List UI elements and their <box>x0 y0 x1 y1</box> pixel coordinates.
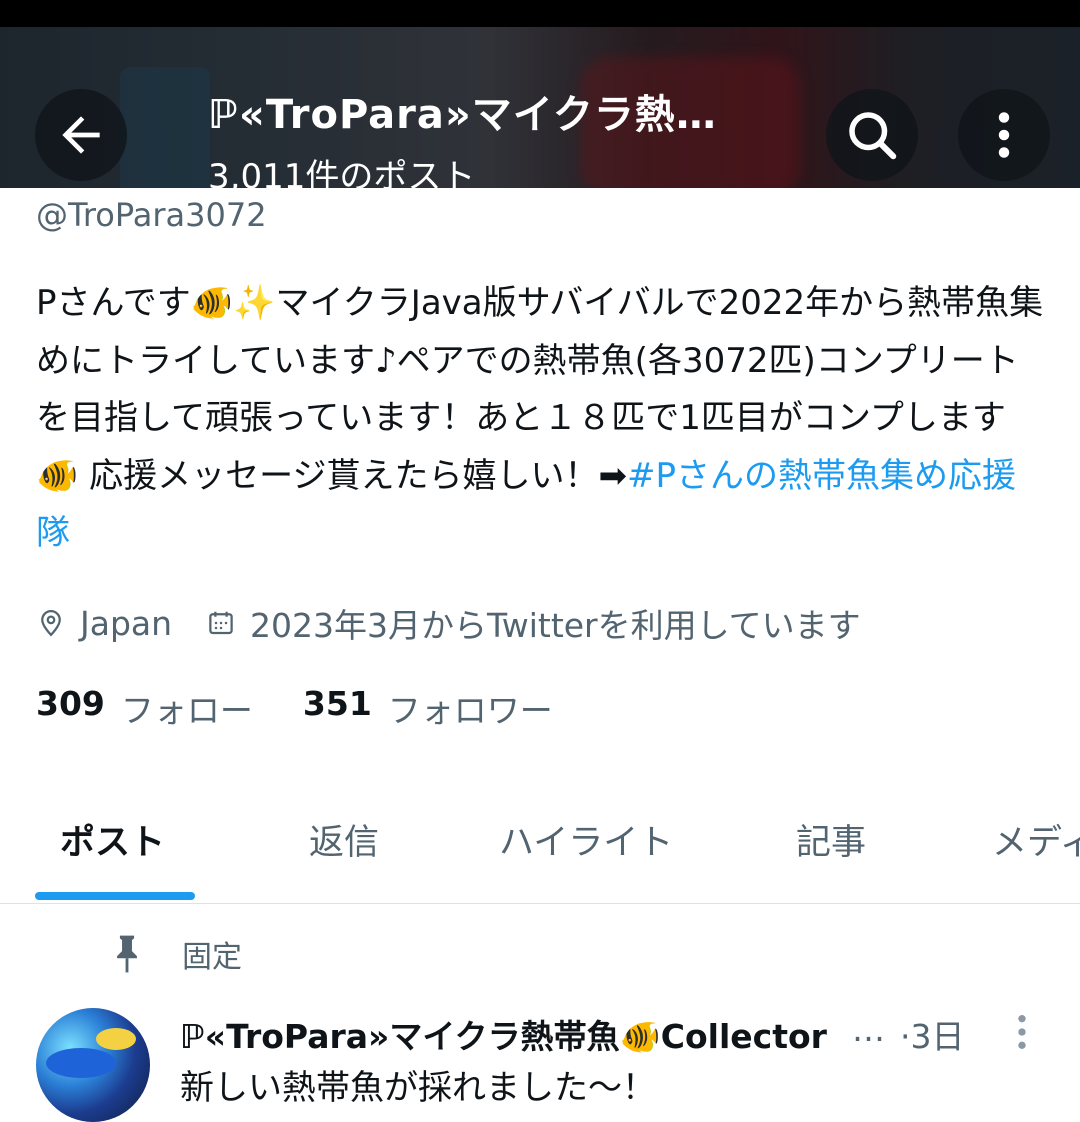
profile-meta: Japan 2023年3月からTwitterを利用しています <box>36 600 861 646</box>
tweet-text: 新しい熱帯魚が採れました〜！ <box>180 1068 656 1108</box>
profile-bio: Pさんです🐠✨マイクラJava版サバイバルで2022年から熱帯魚集めにトライして… <box>36 275 1046 563</box>
more-options-button[interactable] <box>958 89 1050 181</box>
location-pin-icon <box>41 609 61 637</box>
following-count: 309 <box>36 684 105 723</box>
tweet-time[interactable]: ·3日 <box>900 1010 965 1058</box>
tab-posts[interactable]: ポスト <box>60 814 165 865</box>
more-vertical-icon <box>1018 1015 1026 1049</box>
pin-icon <box>117 935 137 973</box>
search-button[interactable] <box>826 89 918 181</box>
arrow-left-icon <box>62 116 100 154</box>
profile-header-banner: ℙ«TroPara»マイクラ熱… 3,011件のポスト <box>0 27 1080 188</box>
followers-link[interactable]: 351 フォロワー <box>303 684 553 732</box>
profile-tabs: ポスト 返信 ハイライト 記事 メディア <box>0 800 1080 904</box>
status-bar <box>0 0 1080 27</box>
tweet-author-ellipsis: … <box>852 1010 885 1049</box>
avatar[interactable] <box>36 1008 150 1122</box>
back-button[interactable] <box>35 89 127 181</box>
followers-count: 351 <box>302 684 372 723</box>
tab-highlights[interactable]: ハイライト <box>499 814 673 865</box>
active-tab-indicator <box>35 892 195 900</box>
profile-name-title: ℙ«TroPara»マイクラ熱… <box>208 92 717 138</box>
calendar-icon <box>209 611 233 635</box>
tweet-more-button[interactable] <box>1012 1012 1032 1056</box>
joined-date: 2023年3月からTwitterを利用しています <box>250 606 861 645</box>
follow-stats: 309 フォロー 351 フォロワー <box>36 684 603 732</box>
pinned-indicator: 固定 <box>110 932 242 976</box>
profile-handle: @TroPara3072 <box>36 196 267 234</box>
followers-label: フォロワー <box>387 691 553 730</box>
location-text: Japan <box>80 603 173 643</box>
tab-replies[interactable]: 返信 <box>309 814 379 865</box>
more-vertical-icon <box>998 112 1010 158</box>
following-link[interactable]: 309 フォロー <box>36 684 253 732</box>
tab-media[interactable]: メディア <box>992 814 1080 865</box>
tab-articles[interactable]: 記事 <box>796 814 866 865</box>
search-icon <box>849 112 897 160</box>
post-count: 3,011件のポスト <box>208 157 476 188</box>
pinned-label: 固定 <box>182 940 242 975</box>
tweet-author-name[interactable]: ℙ«TroPara»マイクラ熱帯魚🐠Collector <box>180 1010 827 1058</box>
following-label: フォロー <box>120 691 253 730</box>
